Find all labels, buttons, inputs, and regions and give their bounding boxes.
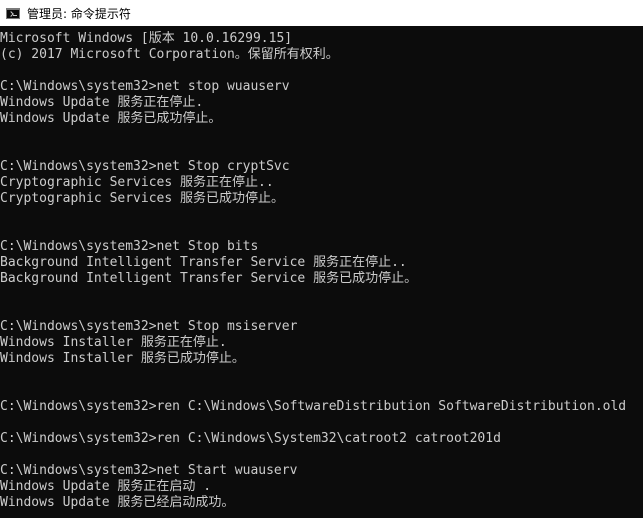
console-line: C:\Windows\system32>ren C:\Windows\Syste… xyxy=(0,431,501,446)
console-line: Windows Update 服务已经启动成功。 xyxy=(0,495,235,510)
console-line: Windows Update 服务正在停止. xyxy=(0,95,204,110)
console-line: Microsoft Windows [版本 10.0.16299.15] xyxy=(0,31,293,46)
console-line: C:\Windows\system32>net stop wuauserv xyxy=(0,79,290,94)
console-line: C:\Windows\system32>net Start wuauserv xyxy=(0,463,298,478)
window-title: 管理员: 命令提示符 xyxy=(27,6,131,21)
console-line: Background Intelligent Transfer Service … xyxy=(0,271,418,286)
console-line: (c) 2017 Microsoft Corporation。保留所有权利。 xyxy=(0,47,339,62)
console-line: Windows Installer 服务正在停止. xyxy=(0,335,227,350)
console-line: Cryptographic Services 服务已成功停止。 xyxy=(0,191,285,206)
console-line: C:\Windows\system32>net Stop msiserver xyxy=(0,319,298,334)
console-line: C:\Windows\system32>net Stop cryptSvc xyxy=(0,159,290,174)
cmd-icon[interactable] xyxy=(6,7,20,19)
console-output[interactable]: Microsoft Windows [版本 10.0.16299.15] (c)… xyxy=(0,31,643,518)
console-line: Windows Update 服务正在启动 . xyxy=(0,479,212,494)
title-bar[interactable]: 管理员: 命令提示符 xyxy=(0,0,643,26)
command-prompt-window: 管理员: 命令提示符 Microsoft Windows [版本 10.0.16… xyxy=(0,0,643,518)
console-line: Windows Installer 服务已成功停止。 xyxy=(0,351,245,366)
console-line: Windows Update 服务已成功停止。 xyxy=(0,111,222,126)
console-line: Cryptographic Services 服务正在停止.. xyxy=(0,175,274,190)
console-line: C:\Windows\system32>net Stop bits xyxy=(0,239,259,254)
console-line: C:\Windows\system32>ren C:\Windows\Softw… xyxy=(0,399,627,414)
console-line: Background Intelligent Transfer Service … xyxy=(0,255,407,270)
